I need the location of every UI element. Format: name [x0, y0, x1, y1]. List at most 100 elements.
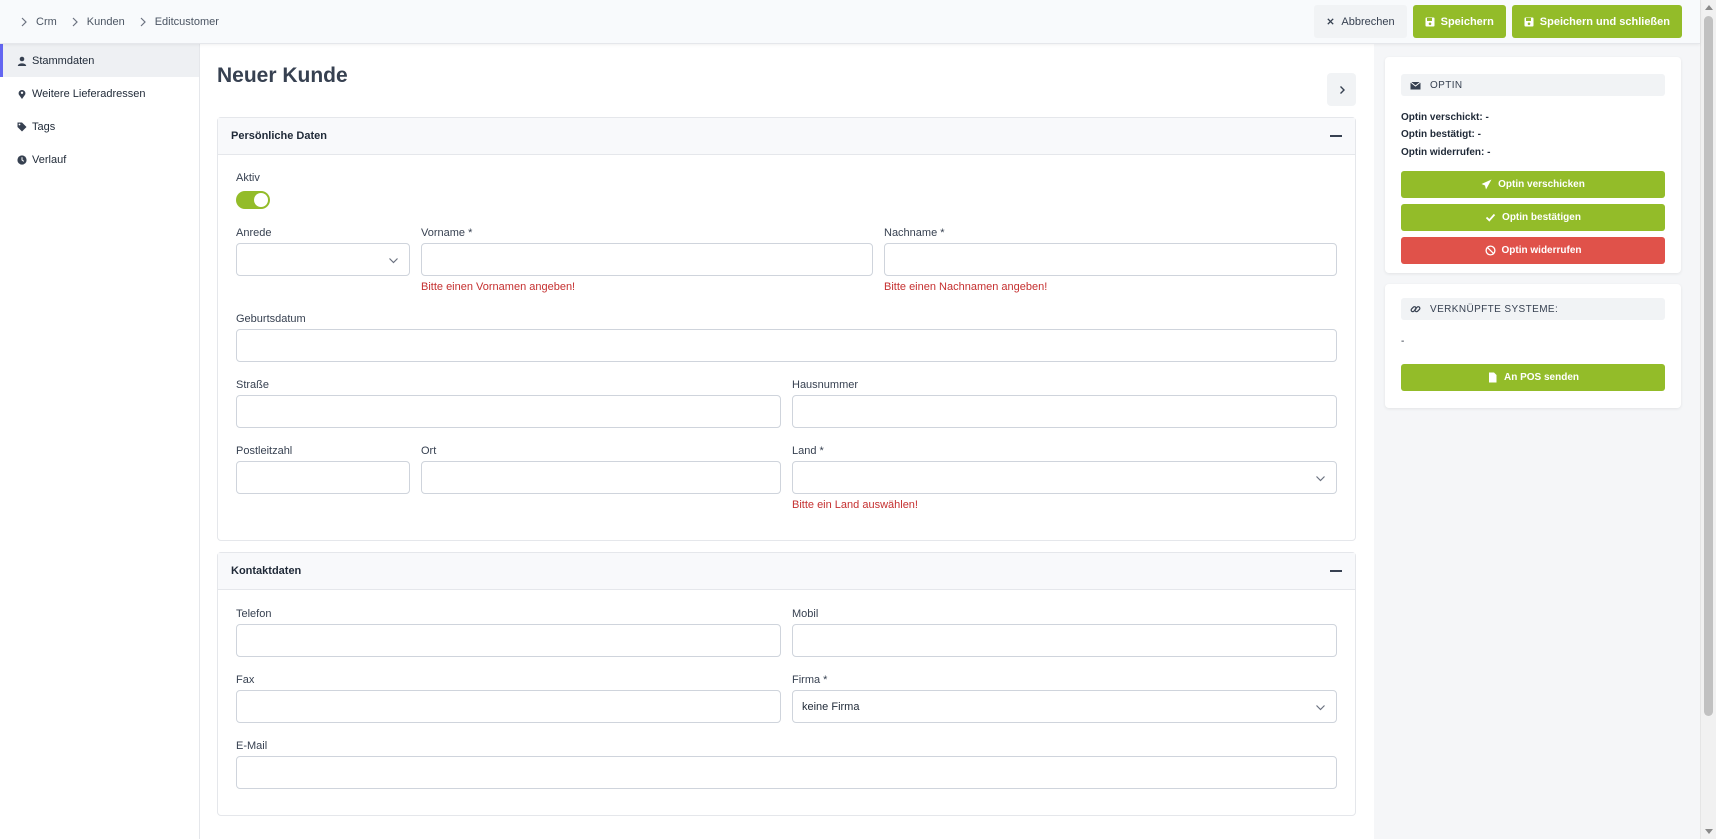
contact-data-title: Kontaktdaten	[231, 565, 302, 577]
map-marker-icon	[18, 89, 26, 99]
nachname-input[interactable]	[884, 243, 1337, 276]
firma-field: Firma * keine Firma	[792, 674, 1337, 723]
sidebar-item-tags[interactable]: Tags	[0, 110, 199, 143]
fax-field: Fax	[236, 674, 781, 723]
optin-revoked-status: Optin widerrufen: -	[1401, 147, 1491, 158]
nachname-error: Bitte einen Nachnamen angeben!	[884, 281, 1048, 293]
optin-confirm-label: Optin bestätigen	[1502, 212, 1581, 223]
send-to-pos-label: An POS senden	[1503, 372, 1579, 383]
save-icon	[1524, 17, 1534, 26]
email-input[interactable]	[236, 756, 1337, 789]
hausnummer-input[interactable]	[792, 395, 1337, 428]
land-field: Land * Bitte ein Land auswählen!	[792, 445, 1337, 511]
breadcrumb-item-kunden[interactable]: Kunden	[87, 16, 125, 28]
toggle-knob	[254, 193, 268, 207]
sidebar-item-stammdaten[interactable]: Stammdaten	[0, 44, 199, 77]
vorname-field: Vorname * Bitte einen Vornamen angeben!	[421, 227, 873, 293]
vorname-label: Vorname *	[421, 227, 473, 239]
chevron-right-icon	[1339, 85, 1345, 94]
sidebar-item-verlauf[interactable]: Verlauf	[0, 143, 199, 176]
plz-label: Postleitzahl	[236, 445, 293, 457]
ban-icon	[1484, 245, 1496, 256]
email-label: E-Mail	[236, 740, 268, 752]
chevron-down-icon	[1316, 705, 1325, 711]
sidebar-item-label: Stammdaten	[32, 54, 95, 67]
contact-data-header[interactable]: Kontaktdaten	[218, 553, 1355, 590]
anrede-select[interactable]	[236, 243, 410, 276]
firma-selected-value: keine Firma	[802, 700, 860, 713]
optin-revoke-button[interactable]: Optin widerrufen	[1401, 237, 1665, 264]
scroll-down-arrow[interactable]	[1705, 829, 1713, 834]
linked-systems-value: -	[1401, 336, 1405, 347]
vorname-error: Bitte einen Vornamen angeben!	[421, 281, 576, 293]
top-bar: Crm Kunden Editcustomer Abbrechen Speich…	[0, 0, 1700, 44]
telefon-field: Telefon	[236, 608, 781, 657]
cancel-button[interactable]: Abbrechen	[1314, 5, 1407, 38]
firma-label: Firma *	[792, 674, 828, 686]
ort-input[interactable]	[421, 461, 781, 494]
main-content: Neuer Kunde Persönliche Daten Aktiv Anre…	[200, 44, 1374, 839]
chevron-right-icon	[72, 17, 78, 26]
plz-input[interactable]	[236, 461, 410, 494]
strasse-input[interactable]	[236, 395, 781, 428]
page-title: Neuer Kunde	[217, 64, 348, 87]
optin-header: OPTIN	[1401, 74, 1665, 96]
save-button-label: Speichern	[1440, 15, 1494, 28]
aktiv-toggle[interactable]	[236, 191, 270, 209]
chevron-right-icon	[21, 17, 27, 26]
optin-card: OPTIN Optin verschickt: - Optin bestätig…	[1385, 57, 1681, 273]
nachname-label: Nachname *	[884, 227, 945, 239]
optin-send-label: Optin verschicken	[1498, 179, 1585, 190]
send-to-pos-button[interactable]: An POS senden	[1401, 364, 1665, 391]
expand-panel-button[interactable]	[1327, 73, 1356, 106]
collapse-icon[interactable]	[1330, 570, 1342, 572]
breadcrumb-item-crm[interactable]: Crm	[36, 16, 57, 28]
anrede-field: Anrede	[236, 227, 410, 276]
save-icon	[1425, 17, 1435, 26]
scroll-thumb[interactable]	[1704, 16, 1713, 716]
firma-select[interactable]: keine Firma	[792, 690, 1337, 723]
mobil-input[interactable]	[792, 624, 1337, 657]
clock-icon	[17, 154, 27, 165]
page-scrollbar[interactable]	[1700, 0, 1716, 839]
save-and-close-button[interactable]: Speichern und schließen	[1511, 5, 1682, 38]
strasse-label: Straße	[236, 379, 270, 391]
collapse-icon[interactable]	[1330, 135, 1342, 137]
sidebar-item-weitere-lieferadressen[interactable]: Weitere Lieferadressen	[0, 77, 199, 110]
fax-input[interactable]	[236, 690, 781, 723]
contact-data-card: Kontaktdaten Telefon Mobil Fax Firma * k…	[217, 552, 1356, 816]
telefon-input[interactable]	[236, 624, 781, 657]
save-button[interactable]: Speichern	[1412, 5, 1506, 38]
linked-systems-title: VERKNÜPFTE SYSTEME:	[1430, 303, 1559, 315]
anrede-label: Anrede	[236, 227, 272, 239]
plz-field: Postleitzahl	[236, 445, 410, 494]
land-error: Bitte ein Land auswählen!	[792, 499, 918, 511]
personal-data-title: Persönliche Daten	[231, 130, 327, 142]
linked-systems-card: VERKNÜPFTE SYSTEME: - An POS senden	[1385, 284, 1681, 408]
right-panel: OPTIN Optin verschickt: - Optin bestätig…	[1374, 44, 1700, 839]
fax-label: Fax	[236, 674, 255, 686]
ort-label: Ort	[421, 445, 437, 457]
user-icon	[17, 56, 27, 66]
mobil-label: Mobil	[792, 608, 819, 620]
personal-data-header[interactable]: Persönliche Daten	[218, 118, 1355, 155]
linked-systems-header: VERKNÜPFTE SYSTEME:	[1401, 298, 1665, 320]
email-field: E-Mail	[236, 740, 1337, 789]
strasse-field: Straße	[236, 379, 781, 428]
scroll-up-arrow[interactable]	[1705, 5, 1713, 10]
optin-confirm-button[interactable]: Optin bestätigen	[1401, 204, 1665, 231]
optin-send-button[interactable]: Optin verschicken	[1401, 171, 1665, 198]
land-select[interactable]	[792, 461, 1337, 494]
ort-field: Ort	[421, 445, 781, 494]
breadcrumb: Crm Kunden Editcustomer	[18, 16, 225, 28]
save-and-close-button-label: Speichern und schließen	[1539, 15, 1670, 28]
optin-sent-status: Optin verschickt: -	[1401, 112, 1489, 123]
optin-confirmed-status: Optin bestätigt: -	[1401, 129, 1481, 140]
geburtsdatum-input[interactable]	[236, 329, 1337, 362]
vorname-input[interactable]	[421, 243, 873, 276]
sidebar-item-label: Tags	[32, 120, 56, 133]
tags-icon	[17, 122, 27, 131]
envelope-icon	[1410, 81, 1421, 89]
close-icon	[1327, 18, 1335, 25]
land-label: Land *	[792, 445, 824, 457]
